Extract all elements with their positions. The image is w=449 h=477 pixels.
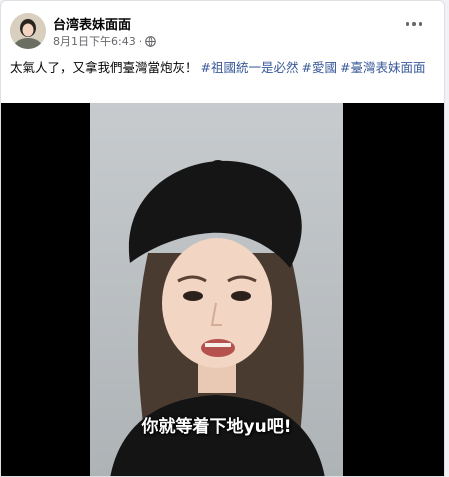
globe-icon[interactable]: [145, 35, 157, 47]
post-timestamp[interactable]: 8月1日下午6:43: [53, 33, 136, 49]
video-player[interactable]: 你就等着下地yu吧!: [1, 103, 444, 476]
author-avatar[interactable]: [10, 13, 46, 49]
meta-separator: ·: [138, 34, 143, 48]
video-subtitle: 你就等着下地yu吧!: [141, 417, 292, 437]
video-frame: 你就等着下地yu吧!: [90, 103, 343, 476]
post-meta: 8月1日下午6:43 ·: [53, 33, 157, 49]
avatar-image: [10, 13, 46, 49]
post-card: 台湾表妹面面 8月1日下午6:43 · 太氣人了，又拿我們臺灣當炮灰！ #祖國統一…: [0, 0, 445, 477]
caption-text: 太氣人了，又拿我們臺灣當炮灰！: [10, 60, 198, 75]
author-name[interactable]: 台湾表妹面面: [53, 14, 131, 33]
post-header: 台湾表妹面面 8月1日下午6:43 ·: [1, 1, 444, 53]
hashtag-link[interactable]: #愛國: [302, 60, 337, 75]
hashtag-link[interactable]: #祖國統一是必然: [201, 60, 299, 75]
more-options-icon[interactable]: [404, 17, 424, 31]
post-caption: 太氣人了，又拿我們臺灣當炮灰！ #祖國統一是必然 #愛國 #臺灣表妹面面: [10, 58, 430, 77]
hashtag-link[interactable]: #臺灣表妹面面: [340, 60, 425, 75]
